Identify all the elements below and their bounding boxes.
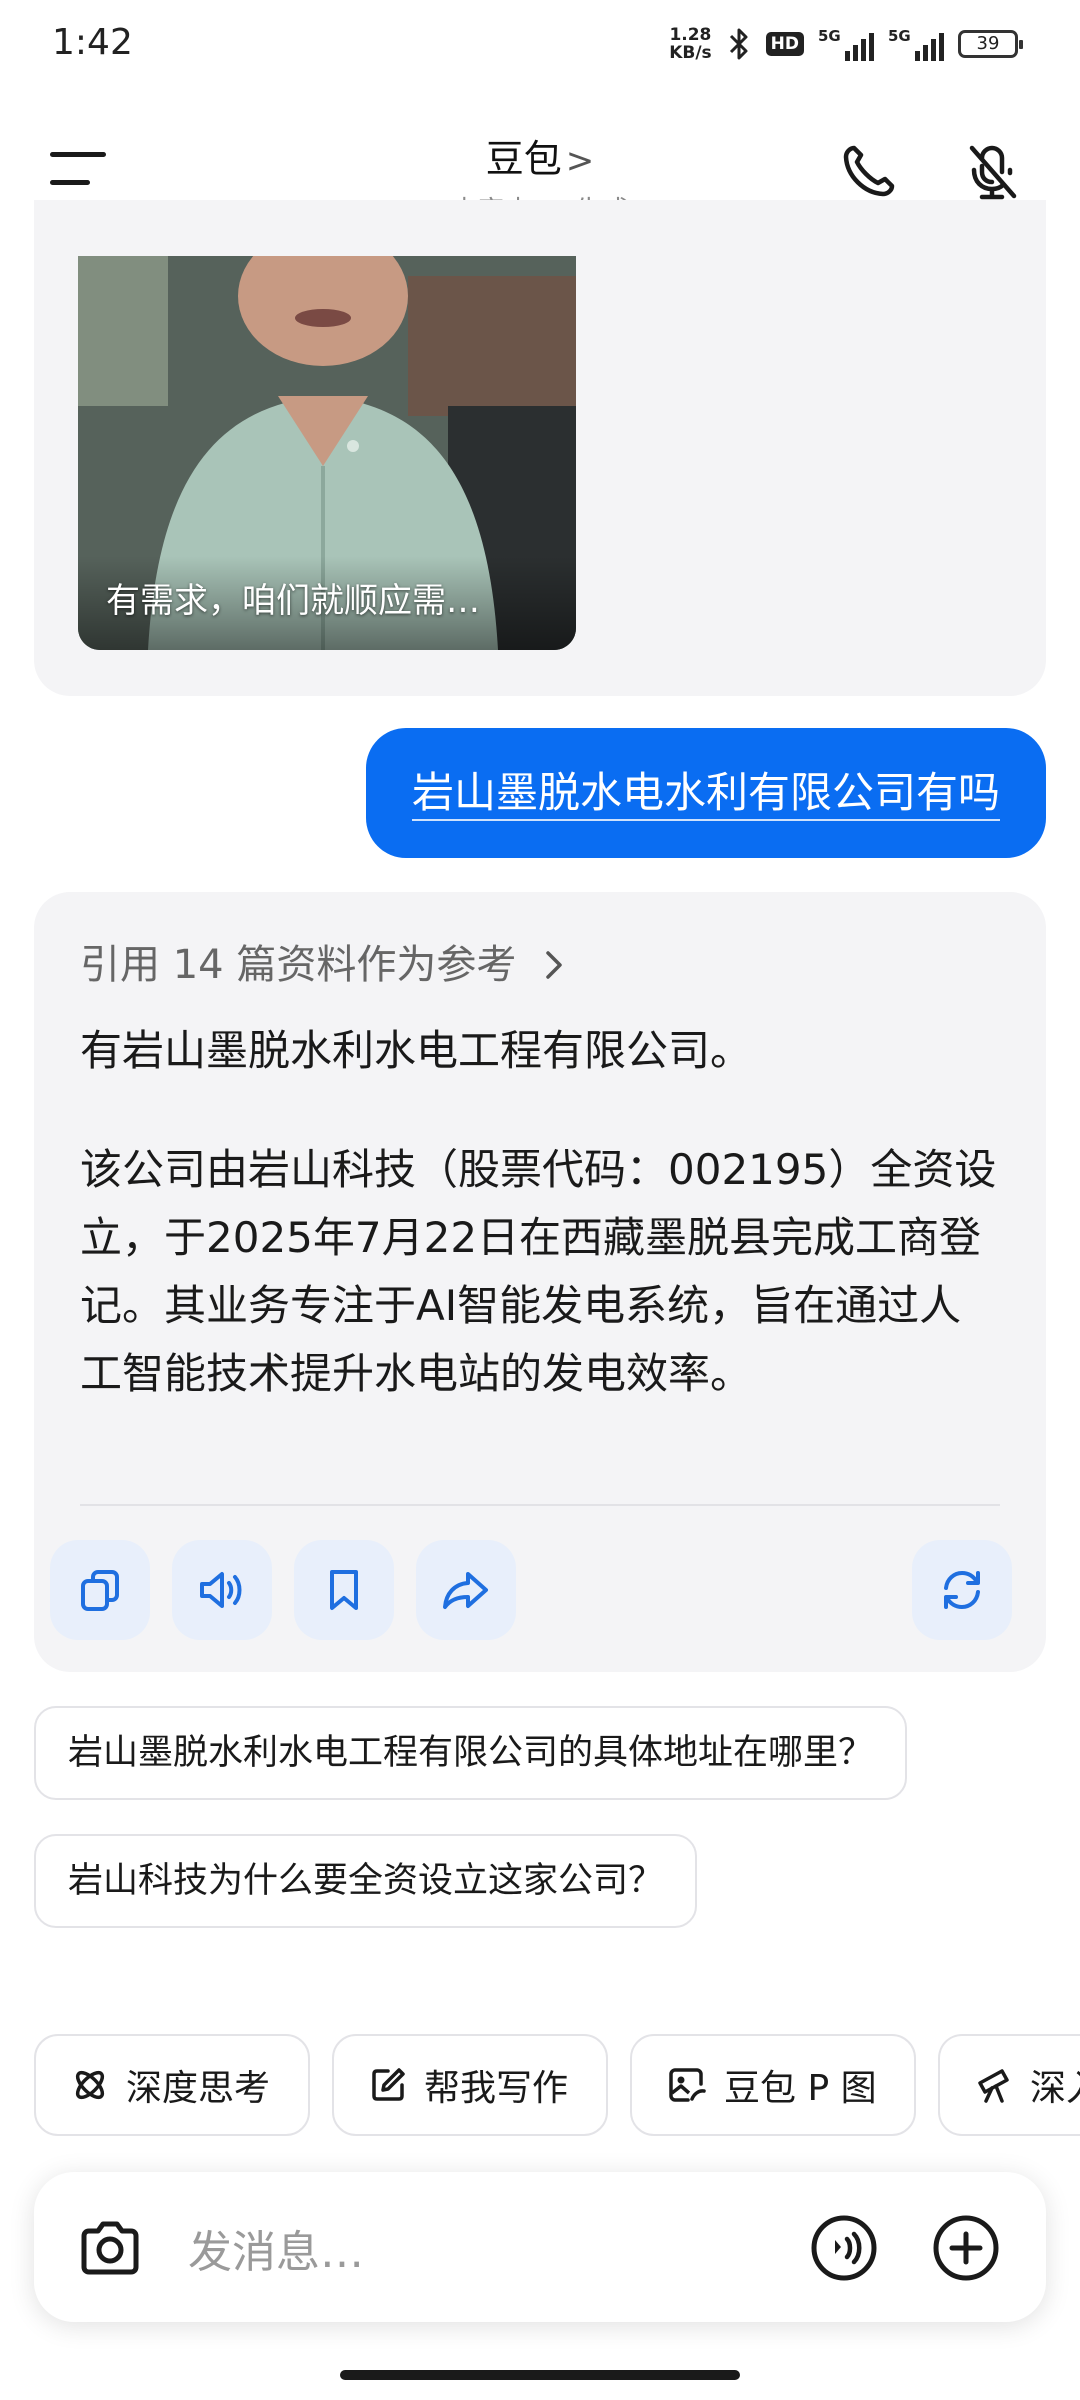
voice-icon[interactable] xyxy=(808,2212,880,2284)
regenerate-button[interactable] xyxy=(912,1540,1012,1640)
share-icon xyxy=(443,1572,488,1609)
mute-icon[interactable] xyxy=(960,140,1024,204)
camera-icon[interactable] xyxy=(74,2212,146,2284)
speaker-icon xyxy=(200,1572,242,1608)
bluetooth-icon xyxy=(729,28,748,60)
answer-paragraph: 该公司由岩山科技（股票代码：002195）全资设立，于2025年7月22日在西藏… xyxy=(80,1145,997,1398)
user-message-bubble[interactable]: 岩山墨脱水电水利有限公司有吗 xyxy=(365,728,1046,858)
suggested-question[interactable]: 岩山墨脱水利水电工程有限公司的具体地址在哪里？ xyxy=(34,1706,908,1800)
share-button[interactable] xyxy=(416,1540,516,1640)
signal-icon: 5G xyxy=(818,27,874,61)
add-icon[interactable] xyxy=(930,2212,1002,2284)
network-speed: 1.28 KB/s xyxy=(669,25,712,63)
user-message-text: 岩山墨脱水电水利有限公司有吗 xyxy=(411,768,1000,821)
bot-name[interactable]: 豆包 > xyxy=(340,128,740,183)
tool-image-edit[interactable]: 豆包 P 图 xyxy=(630,2034,916,2136)
status-bar: 1:42 1.28 KB/s HD 5G 5G 39 xyxy=(0,0,1080,90)
regenerate-icon xyxy=(944,1570,980,1610)
hd-badge: HD xyxy=(765,32,804,56)
chevron-right-icon: > xyxy=(565,141,595,181)
video-caption: 有需求，咱们就顺应需… xyxy=(106,581,480,621)
suggested-question[interactable]: 岩山科技为什么要全资设立这家公司？ xyxy=(34,1834,698,1928)
battery-icon: 39 xyxy=(958,30,1023,58)
message-input[interactable]: 发消息… xyxy=(188,2216,364,2280)
copy-button[interactable] xyxy=(50,1540,150,1640)
video-thumbnail[interactable]: 有需求，咱们就顺应需… xyxy=(78,256,576,650)
signal-icon: 5G xyxy=(888,27,944,61)
tool-deep-research[interactable]: 深入研究 xyxy=(938,2034,1080,2136)
atom-icon xyxy=(75,2070,105,2100)
phone-icon[interactable] xyxy=(836,140,900,204)
tool-deep-thinking[interactable]: 深度思考 xyxy=(34,2034,310,2136)
image-edit-icon xyxy=(669,2068,706,2102)
divider xyxy=(80,1504,1000,1506)
edit-icon xyxy=(372,2068,405,2101)
bookmark-icon xyxy=(330,1570,358,1610)
bot-answer-card: 引用 14 篇资料作为参考 有岩山墨脱水利水电工程有限公司。 该公司由岩山科技（… xyxy=(34,892,1046,1672)
telescope-icon xyxy=(978,2069,1009,2103)
menu-icon[interactable] xyxy=(50,150,110,190)
references-link[interactable]: 引用 14 篇资料作为参考 xyxy=(80,932,565,990)
chevron-right-icon xyxy=(546,951,562,979)
status-time: 1:42 xyxy=(52,22,133,63)
copy-icon xyxy=(81,1570,119,1611)
status-indicators: 1.28 KB/s HD 5G 5G 39 xyxy=(669,24,1023,64)
bookmark-button[interactable] xyxy=(294,1540,394,1640)
message-input-bar: 发消息… xyxy=(34,2172,1046,2322)
tool-write[interactable]: 帮我写作 xyxy=(332,2034,608,2136)
home-indicator[interactable] xyxy=(340,2370,740,2380)
answer-paragraph: 有岩山墨脱水利水电工程有限公司。 xyxy=(80,1026,753,1075)
read-aloud-button[interactable] xyxy=(172,1540,272,1640)
